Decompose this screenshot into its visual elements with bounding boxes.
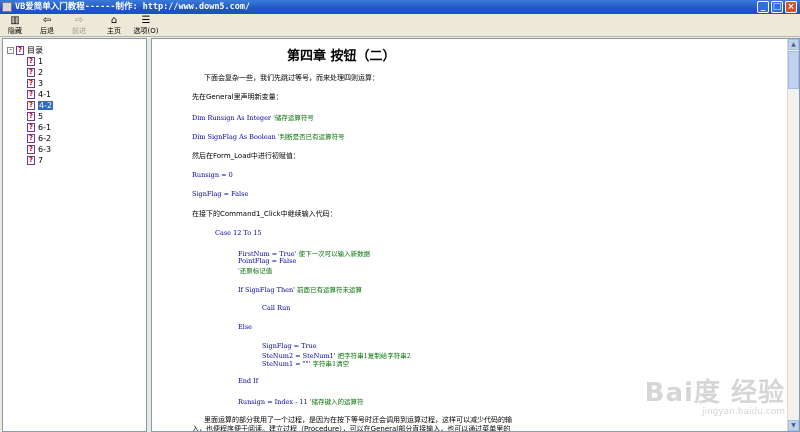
home-label: 主页 — [107, 27, 121, 35]
paragraph: 入，也便程序便于阅读。建立过程（Procedure），可以在General部分直… — [192, 425, 511, 432]
paragraph: 先在General里声明新变量： — [192, 93, 283, 101]
tree-item-5[interactable]: 5 — [7, 111, 53, 122]
help-page-icon — [27, 56, 35, 67]
forward-label: 前进 — [72, 27, 86, 35]
hide-icon: ▥ — [10, 15, 20, 26]
code-line: Runsign = 0 — [192, 171, 233, 179]
code-line: PointFlag = False — [238, 257, 297, 265]
watermark: Bai度 经验 jingyan.baidu.com — [645, 379, 785, 417]
tree-item-4-1[interactable]: 4-1 — [7, 89, 53, 100]
code-line: Else — [238, 323, 253, 331]
contents-pane: -目录 1 2 3 4-1 4-2 5 6-1 6-2 6-3 7 — [2, 38, 147, 432]
watermark-logo: Bai度 经验 — [644, 378, 785, 408]
code-line: End If — [238, 377, 259, 385]
book-icon — [16, 45, 24, 56]
code-line: SteNum1 = ""' 字符串1清空 — [262, 360, 350, 368]
code-line: SignFlag = False — [192, 190, 249, 198]
tree-item-6-1[interactable]: 6-1 — [7, 122, 53, 133]
collapse-icon[interactable]: - — [7, 47, 14, 54]
tree-item-2[interactable]: 2 — [7, 67, 53, 78]
help-page-icon — [27, 155, 35, 166]
hide-button[interactable]: ▥ 隐藏 — [4, 15, 26, 35]
app-icon — [2, 2, 12, 12]
hide-label: 隐藏 — [8, 27, 22, 35]
tree-item-7[interactable]: 7 — [7, 155, 53, 166]
code-line: If SignFlag Then' 前面已有运算符未运算 — [238, 286, 363, 294]
help-page-icon — [27, 122, 35, 133]
help-page-icon — [27, 78, 35, 89]
maximize-button[interactable]: □ — [771, 1, 783, 13]
close-button[interactable]: × — [785, 1, 797, 13]
help-page-icon — [27, 100, 35, 111]
code-line: Dim SignFlag As Boolean '判断是否已有运算符号 — [192, 133, 345, 141]
tree-item-3[interactable]: 3 — [7, 78, 53, 89]
vertical-scrollbar[interactable]: ▲ ▼ — [787, 39, 799, 431]
tree-item-6-2[interactable]: 6-2 — [7, 133, 53, 144]
code-line: Call Run — [262, 304, 291, 312]
forward-arrow-icon: ⇨ — [74, 15, 84, 26]
tree-item-1[interactable]: 1 — [7, 56, 53, 67]
scroll-up-icon[interactable]: ▲ — [788, 39, 799, 50]
forward-button[interactable]: ⇨ 前进 — [68, 15, 90, 35]
window-title: VB爱简单入门教程------制作: http://www.down5.com/ — [15, 2, 251, 12]
code-line: '还原标记值 — [238, 267, 273, 275]
code-line: Runsign = Index - 11 '储存键入的运算符 — [238, 398, 364, 406]
options-icon: ☰ — [141, 15, 151, 26]
help-page-icon — [27, 111, 35, 122]
topic-pane: 第四章 按钮（二） 下面会复杂一些，我们先跳过等号，而来处理四则运算： 先在Ge… — [151, 38, 800, 432]
help-page-icon — [27, 67, 35, 78]
toolbar: ▥ 隐藏 ⇦ 后退 ⇨ 前进 ⌂ 主页 ☰ 选项(O) — [0, 14, 800, 37]
paragraph: 然后在Form_Load中进行初赋值： — [192, 152, 300, 160]
help-page-icon — [27, 144, 35, 155]
page-title: 第四章 按钮（二） — [287, 49, 396, 64]
options-label: 选项(O) — [133, 27, 159, 35]
home-icon: ⌂ — [110, 15, 118, 26]
home-button[interactable]: ⌂ 主页 — [103, 15, 125, 35]
code-line: Dim Runsign As Integer '储存运算符号 — [192, 114, 314, 122]
tree-root[interactable]: -目录 — [7, 45, 53, 56]
help-page-icon — [27, 133, 35, 144]
scroll-thumb[interactable] — [788, 51, 799, 89]
back-label: 后退 — [40, 27, 54, 35]
code-line: Case 12 To 15 — [215, 229, 262, 237]
scroll-down-icon[interactable]: ▼ — [788, 420, 799, 431]
tree-item-6-3[interactable]: 6-3 — [7, 144, 53, 155]
back-arrow-icon: ⇦ — [42, 15, 52, 26]
minimize-button[interactable]: _ — [757, 1, 769, 13]
back-button[interactable]: ⇦ 后退 — [36, 15, 58, 35]
paragraph: 下面会复杂一些，我们先跳过等号，而来处理四则运算： — [204, 74, 379, 82]
watermark-url: jingyan.baidu.com — [701, 407, 785, 417]
tree-item-4-2[interactable]: 4-2 — [7, 100, 54, 111]
code-line: SignFlag = True — [262, 342, 317, 350]
paragraph: 在接下的Command1_Click中继续输入代码： — [192, 210, 337, 218]
contents-tree: -目录 1 2 3 4-1 4-2 5 6-1 6-2 6-3 7 — [7, 45, 54, 166]
help-page-icon — [27, 89, 35, 100]
title-bar: VB爱简单入门教程------制作: http://www.down5.com/… — [0, 0, 800, 14]
options-button[interactable]: ☰ 选项(O) — [131, 15, 161, 35]
